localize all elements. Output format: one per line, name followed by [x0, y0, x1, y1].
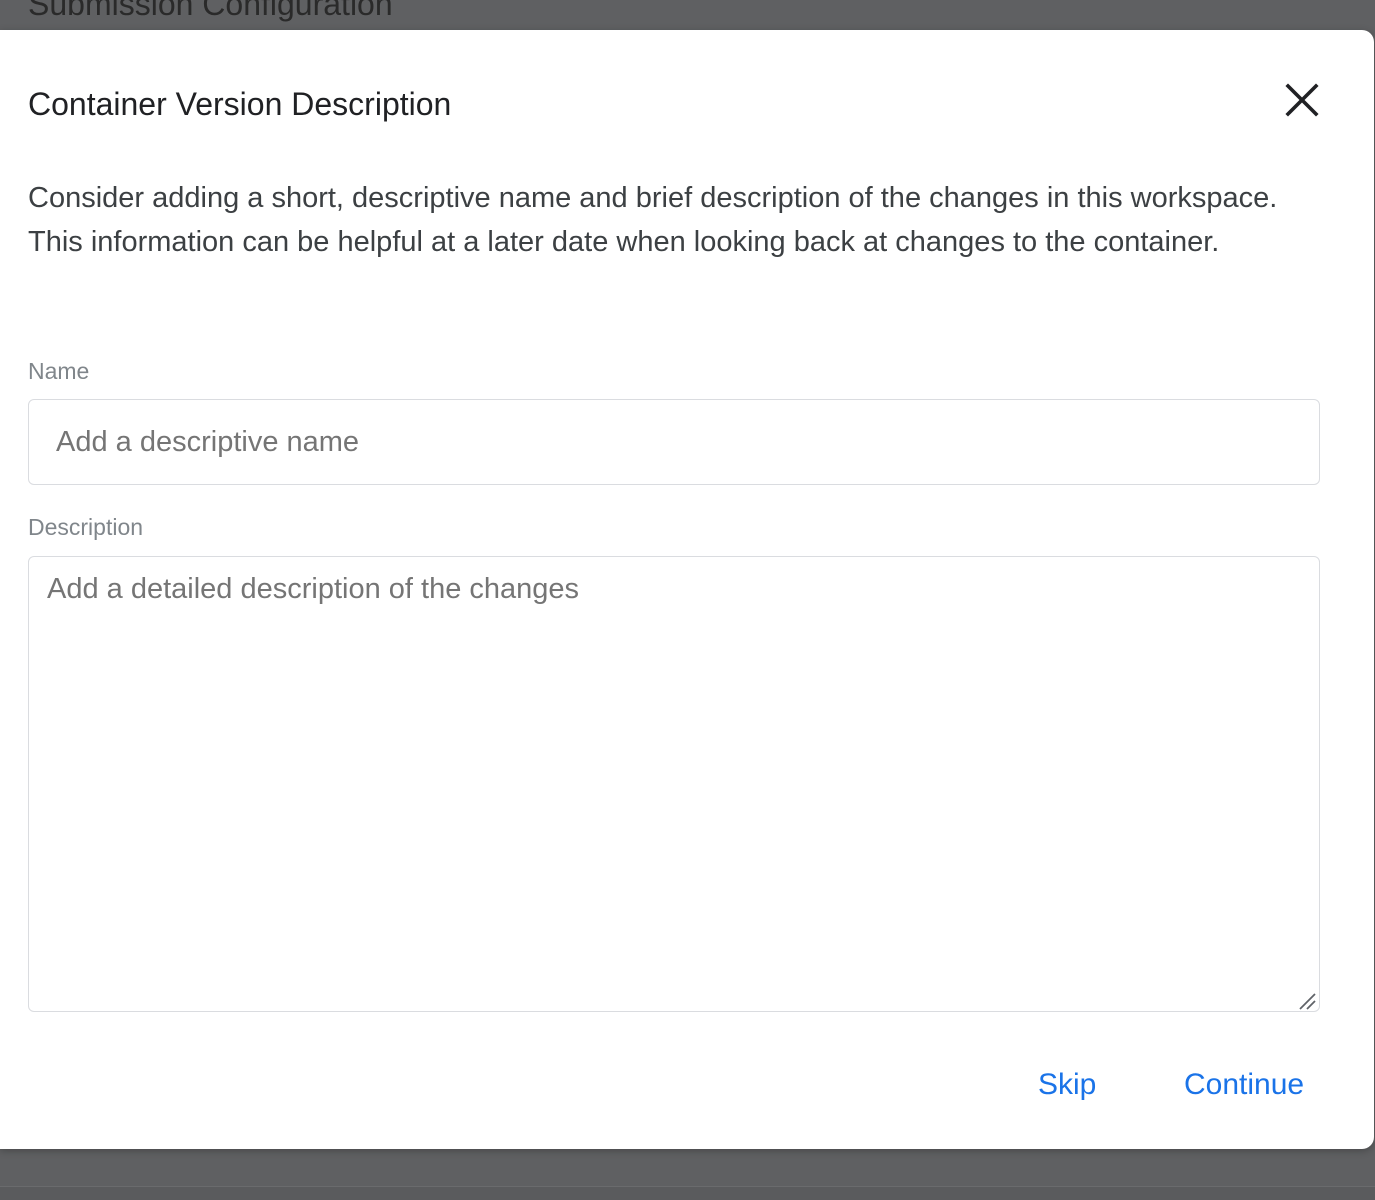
dialog-title: Container Version Description: [28, 86, 452, 122]
close-icon: [1285, 83, 1319, 117]
name-input[interactable]: [28, 399, 1320, 485]
name-label: Name: [28, 358, 90, 384]
resize-handle-icon[interactable]: [1296, 990, 1316, 1010]
skip-button[interactable]: Skip: [1032, 1064, 1102, 1106]
dialog-intro-text: Consider adding a short, descriptive nam…: [28, 182, 1278, 258]
version-description-dialog: Container Version Description Consider a…: [0, 30, 1374, 1149]
close-button[interactable]: [1280, 78, 1324, 122]
description-label: Description: [28, 514, 144, 540]
background-strip: [0, 1186, 1375, 1200]
continue-button[interactable]: Continue: [1178, 1064, 1310, 1106]
description-textarea[interactable]: [28, 556, 1320, 1012]
background-page-title: Submission Configuration: [28, 0, 393, 22]
